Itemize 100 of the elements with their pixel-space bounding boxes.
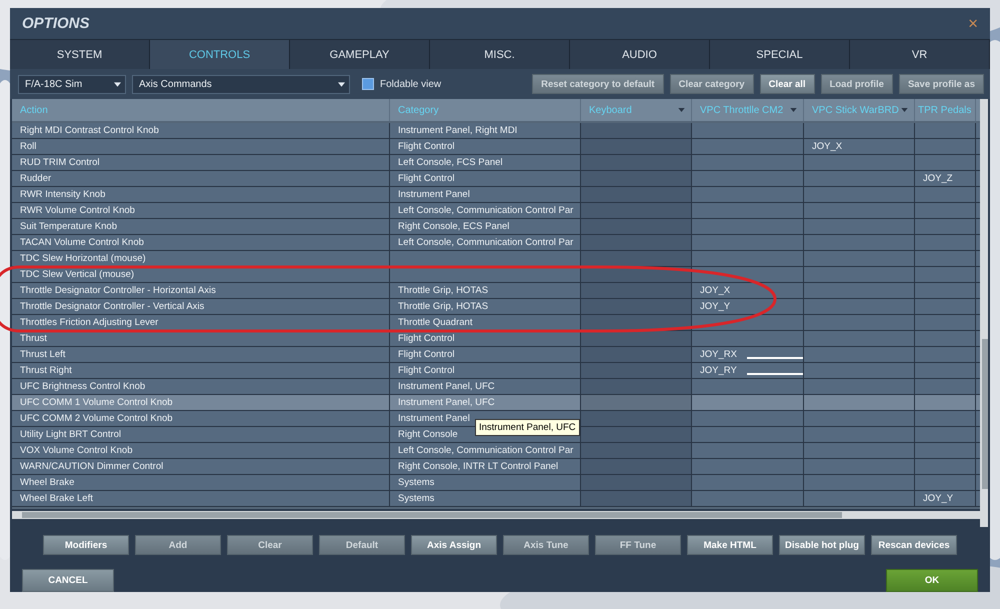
table-cell: UFC COMM 1 Volume Control Knob (20, 397, 173, 408)
table-cell: Right MDI Contrast Control Knob (20, 125, 159, 136)
category-dropdown[interactable]: Axis Commands (132, 74, 350, 94)
table-row[interactable]: Thrust Right Flight Control JOY_RY (12, 363, 980, 379)
table-cell: Left Console, Communication Control Par (398, 237, 574, 248)
table-cell: Utility Light BRT Control (20, 429, 122, 440)
table-cell: RUD TRIM Control (20, 157, 100, 168)
table-cell: Left Console, Communication Control Par (398, 205, 574, 216)
close-button[interactable]: × (968, 14, 978, 34)
table-cell: JOY_RY (700, 365, 737, 376)
table-cell: JOY_Y (700, 301, 730, 312)
table-cell: Suit Temperature Knob (20, 221, 117, 232)
table-cell: TDC Slew Horizontal (mouse) (20, 253, 146, 264)
table-cell: JOY_Y (923, 493, 954, 504)
table-cell: UFC COMM 2 Volume Control Knob (20, 413, 173, 424)
aircraft-dropdown[interactable]: F/A-18C Sim (18, 74, 126, 94)
table-cell: Systems (398, 477, 434, 488)
table-cell: Thrust Right (20, 365, 72, 376)
window-title: OPTIONS (22, 15, 90, 32)
table-row[interactable]: WARN/CAUTION Dimmer Control Right Console, INTR LT Control Panel (12, 459, 980, 475)
action-button[interactable]: Make HTML (687, 535, 773, 555)
horizontal-scrollbar[interactable] (12, 511, 980, 519)
toolbar-button[interactable]: Clear all (760, 74, 815, 94)
table-cell: Instrument Panel (398, 189, 470, 200)
table-cell: Thrust (20, 333, 47, 344)
table-cell: Throttle Designator Controller - Vertical Axis (20, 301, 204, 312)
table-row[interactable]: TACAN Volume Control Knob Left Console, Communication Control Par (12, 235, 980, 251)
table-cell: Throttle Grip, HOTAS (398, 301, 488, 312)
action-button[interactable]: Axis Assign (411, 535, 497, 555)
ok-button[interactable]: OK (886, 569, 978, 592)
vertical-scrollbar[interactable] (980, 99, 988, 527)
table-row[interactable]: Thrust Left Flight Control JOY_RX (12, 347, 980, 363)
table-cell: Throttle Grip, HOTAS (398, 285, 488, 296)
table-cell: RWR Intensity Knob (20, 189, 106, 200)
action-button[interactable]: Disable hot plug (779, 535, 865, 555)
action-button[interactable]: Modifiers (43, 535, 129, 555)
tab[interactable]: MISC. (430, 40, 570, 69)
checkbox[interactable] (362, 78, 374, 90)
table-cell: Right Console, ECS Panel (398, 221, 510, 232)
tab[interactable]: GAMEPLAY (290, 40, 430, 69)
table-cell: Rudder (20, 173, 52, 184)
table-row[interactable]: Wheel Brake Left Systems JOY_Y (12, 491, 980, 507)
table-cell: Wheel Brake Left (20, 493, 93, 504)
table-cell: Instrument Panel, UFC (398, 381, 495, 392)
table-cell: Throttles Friction Adjusting Lever (20, 317, 158, 328)
table-cell: Instrument Panel (398, 413, 470, 424)
checkbox-label: Foldable view (380, 78, 442, 90)
table-row[interactable]: Rudder Flight Control JOY_Z (12, 171, 980, 187)
caret-icon (790, 108, 797, 112)
table-cell: Throttle Designator Controller - Horizontal Axis (20, 285, 216, 296)
table-cell: Right Console (398, 429, 458, 440)
table-cell: JOY_X (812, 141, 842, 152)
table-row[interactable]: Suit Temperature Knob Right Console, ECS Panel (12, 219, 980, 235)
table-row[interactable]: Throttles Friction Adjusting Lever Throttle Quadrant (12, 315, 980, 331)
table-cell: Flight Control (398, 173, 454, 184)
tab[interactable]: CONTROLS (150, 40, 290, 69)
table-cell: Flight Control (398, 141, 454, 152)
table-cell: Wheel Brake (20, 477, 74, 488)
table-row[interactable]: UFC Brightness Control Knob Instrument Panel, UFC (12, 379, 980, 395)
table-row[interactable]: TDC Slew Horizontal (mouse) (12, 251, 980, 267)
table-cell: JOY_RX (700, 349, 737, 360)
table-cell: TDC Slew Vertical (mouse) (20, 269, 134, 280)
table-cell: WARN/CAUTION Dimmer Control (20, 461, 164, 472)
tab[interactable]: SYSTEM (10, 40, 150, 69)
table-cell: VOX Volume Control Knob (20, 445, 132, 456)
table-cell: Instrument Panel, Right MDI (398, 125, 518, 136)
cancel-button[interactable]: CANCEL (22, 569, 114, 592)
table-cell: Instrument Panel, UFC (398, 397, 495, 408)
tab[interactable]: VR (850, 40, 990, 69)
caret-icon (678, 108, 685, 112)
table-row[interactable]: UFC COMM 1 Volume Control Knob Instrument Panel, UFC (12, 395, 980, 411)
caret-icon (901, 108, 908, 112)
table-cell: Thrust Left (20, 349, 66, 360)
table-row[interactable]: Roll Flight Control JOY_X (12, 139, 980, 155)
table-row[interactable]: Throttle Designator Controller - Vertical Axis Throttle Grip, HOTAS JOY_Y (12, 299, 980, 315)
tab[interactable]: AUDIO (570, 40, 710, 69)
table-cell: Roll (20, 141, 36, 152)
table-row[interactable]: TDC Slew Vertical (mouse) (12, 267, 980, 283)
table-cell: Right Console, INTR LT Control Panel (398, 461, 558, 472)
table-cell: Flight Control (398, 365, 454, 376)
table-row[interactable]: RWR Volume Control Knob Left Console, Communication Control Par (12, 203, 980, 219)
table-row[interactable]: Throttle Designator Controller - Horizontal Axis Throttle Grip, HOTAS JOY_X (12, 283, 980, 299)
table-cell: RWR Volume Control Knob (20, 205, 135, 216)
table-cell: UFC Brightness Control Knob (20, 381, 146, 392)
table-cell: TACAN Volume Control Knob (20, 237, 144, 248)
table-row[interactable]: Right MDI Contrast Control Knob Instrument Panel, Right MDI (12, 123, 980, 139)
tab[interactable]: SPECIAL (710, 40, 850, 69)
table-row[interactable]: VOX Volume Control Knob Left Console, Communication Control Par (12, 443, 980, 459)
table-cell: Throttle Quadrant (398, 317, 472, 328)
table-row[interactable]: Wheel Brake Systems (12, 475, 980, 491)
table-cell: Flight Control (398, 349, 454, 360)
table-cell: JOY_Z (923, 173, 953, 184)
action-button[interactable]: Rescan devices (871, 535, 957, 555)
table-row[interactable]: RWR Intensity Knob Instrument Panel (12, 187, 980, 203)
table-row[interactable]: RUD TRIM Control Left Console, FCS Panel (12, 155, 980, 171)
table-row[interactable]: Thrust Flight Control (12, 331, 980, 347)
table-cell: Flight Control (398, 333, 454, 344)
tooltip: Instrument Panel, UFC (475, 419, 580, 436)
table-cell: JOY_X (700, 285, 730, 296)
table-cell: Left Console, FCS Panel (398, 157, 503, 168)
